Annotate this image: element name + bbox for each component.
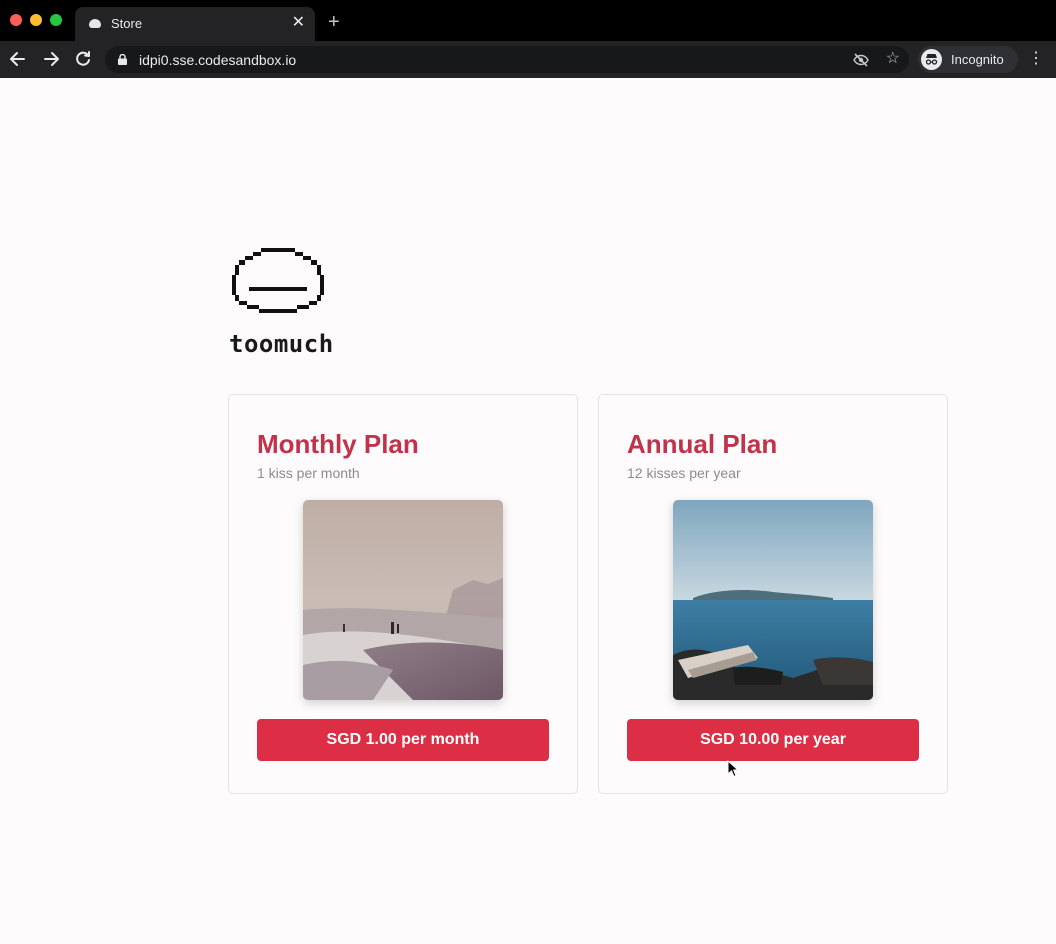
tab-close-icon[interactable]: ✕	[292, 13, 305, 33]
lock-icon	[118, 54, 127, 65]
browser-tab-bar: Store ✕ +	[0, 0, 1056, 41]
tab-title: Store	[111, 16, 143, 31]
close-window-button[interactable]	[10, 14, 22, 26]
page-content: toomuch Monthly Plan 1 kiss per month SG…	[0, 78, 1056, 944]
kebab-menu-icon[interactable]: ⋮	[1028, 48, 1044, 70]
subscribe-monthly-button[interactable]: SGD 1.00 per month	[257, 719, 549, 761]
minimize-window-button[interactable]	[30, 14, 42, 26]
plan-card-annual: Annual Plan 12 kisses per year SGD 10.00…	[598, 394, 948, 794]
plan-subtitle: 1 kiss per month	[257, 465, 360, 481]
browser-toolbar: idpi0.sse.codesandbox.io ☆ Incognito ⋮	[0, 41, 1056, 78]
star-icon[interactable]: ☆	[886, 49, 900, 69]
zoom-window-button[interactable]	[50, 14, 62, 26]
mouse-cursor-icon	[727, 760, 739, 778]
new-tab-button[interactable]: +	[328, 10, 340, 34]
plan-title: Annual Plan	[627, 429, 778, 459]
subscribe-annual-button[interactable]: SGD 10.00 per year	[627, 719, 919, 761]
back-arrow-icon[interactable]	[7, 48, 29, 70]
eye-slash-icon[interactable]	[853, 52, 869, 68]
browser-tab[interactable]: Store ✕	[75, 7, 315, 41]
pixel-face-logo	[232, 248, 324, 313]
plan-card-monthly: Monthly Plan 1 kiss per month SGD 1.00 p…	[228, 394, 578, 794]
url-text[interactable]: idpi0.sse.codesandbox.io	[139, 52, 296, 68]
address-bar[interactable]: idpi0.sse.codesandbox.io ☆	[105, 46, 909, 73]
incognito-profile-button[interactable]: Incognito	[918, 46, 1018, 73]
plan-photo-sea	[673, 500, 873, 700]
plan-photo-beach	[303, 500, 503, 700]
plan-subtitle: 12 kisses per year	[627, 465, 741, 481]
reload-icon[interactable]	[72, 48, 94, 70]
favicon-icon	[89, 19, 101, 28]
brand-name: toomuch	[229, 330, 334, 358]
plan-title: Monthly Plan	[257, 429, 419, 459]
forward-arrow-icon[interactable]	[40, 48, 62, 70]
incognito-icon	[921, 49, 942, 70]
incognito-label: Incognito	[951, 52, 1004, 67]
